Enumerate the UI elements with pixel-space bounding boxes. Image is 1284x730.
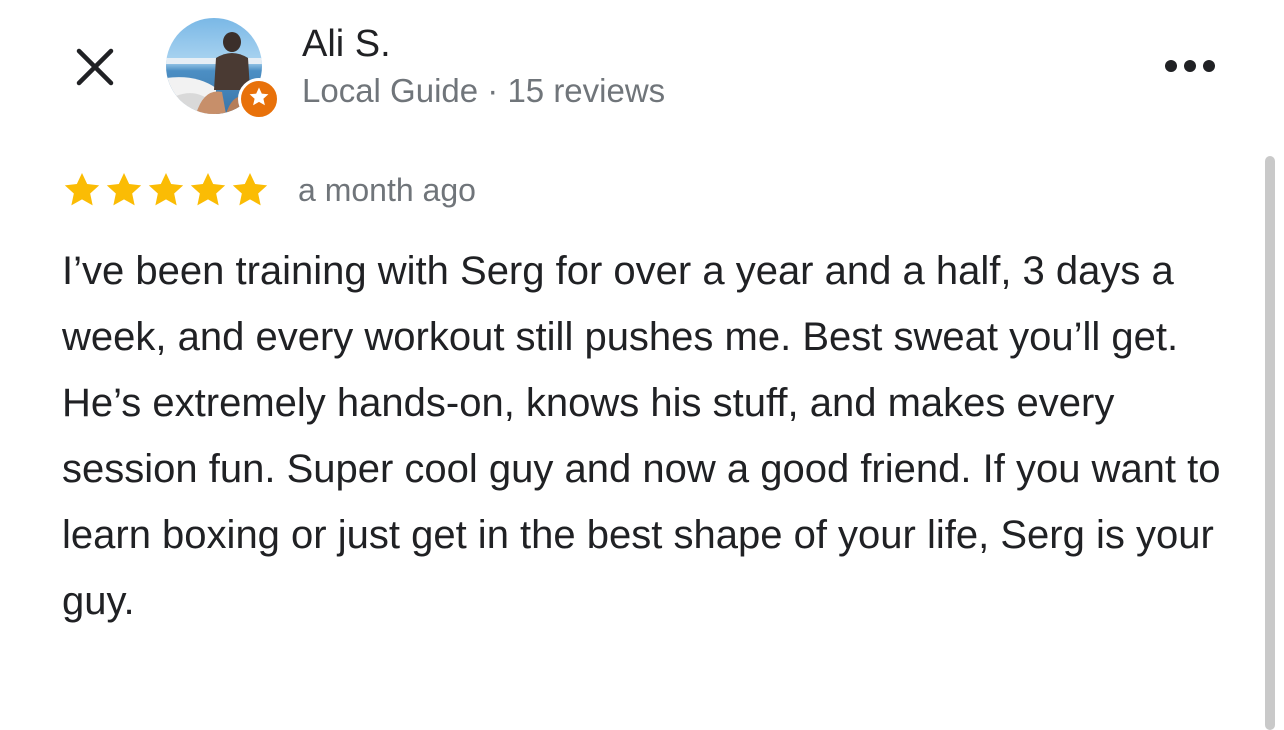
close-icon: [73, 45, 117, 94]
star-icon: [190, 173, 226, 206]
star-icon: [232, 173, 268, 206]
author-name[interactable]: Ali S.: [302, 22, 391, 66]
more-options-button[interactable]: [1160, 50, 1220, 86]
review-date: a month ago: [298, 171, 476, 208]
star-icon: [106, 173, 142, 206]
review-text: I’ve been training with Serg for over a …: [62, 249, 1221, 623]
author-avatar-group[interactable]: [166, 18, 280, 120]
star-rating: [62, 170, 270, 210]
close-button[interactable]: [68, 42, 122, 96]
local-guide-badge: [238, 78, 280, 120]
rating-row: a month ago: [62, 168, 476, 212]
author-meta: Local Guide · 15 reviews: [302, 72, 666, 109]
more-horizontal-icon: [1164, 59, 1216, 78]
local-guide-star-icon: [247, 85, 271, 114]
star-icon: [148, 173, 184, 206]
star-icon: [64, 173, 100, 206]
scrollbar[interactable]: [1265, 156, 1275, 730]
